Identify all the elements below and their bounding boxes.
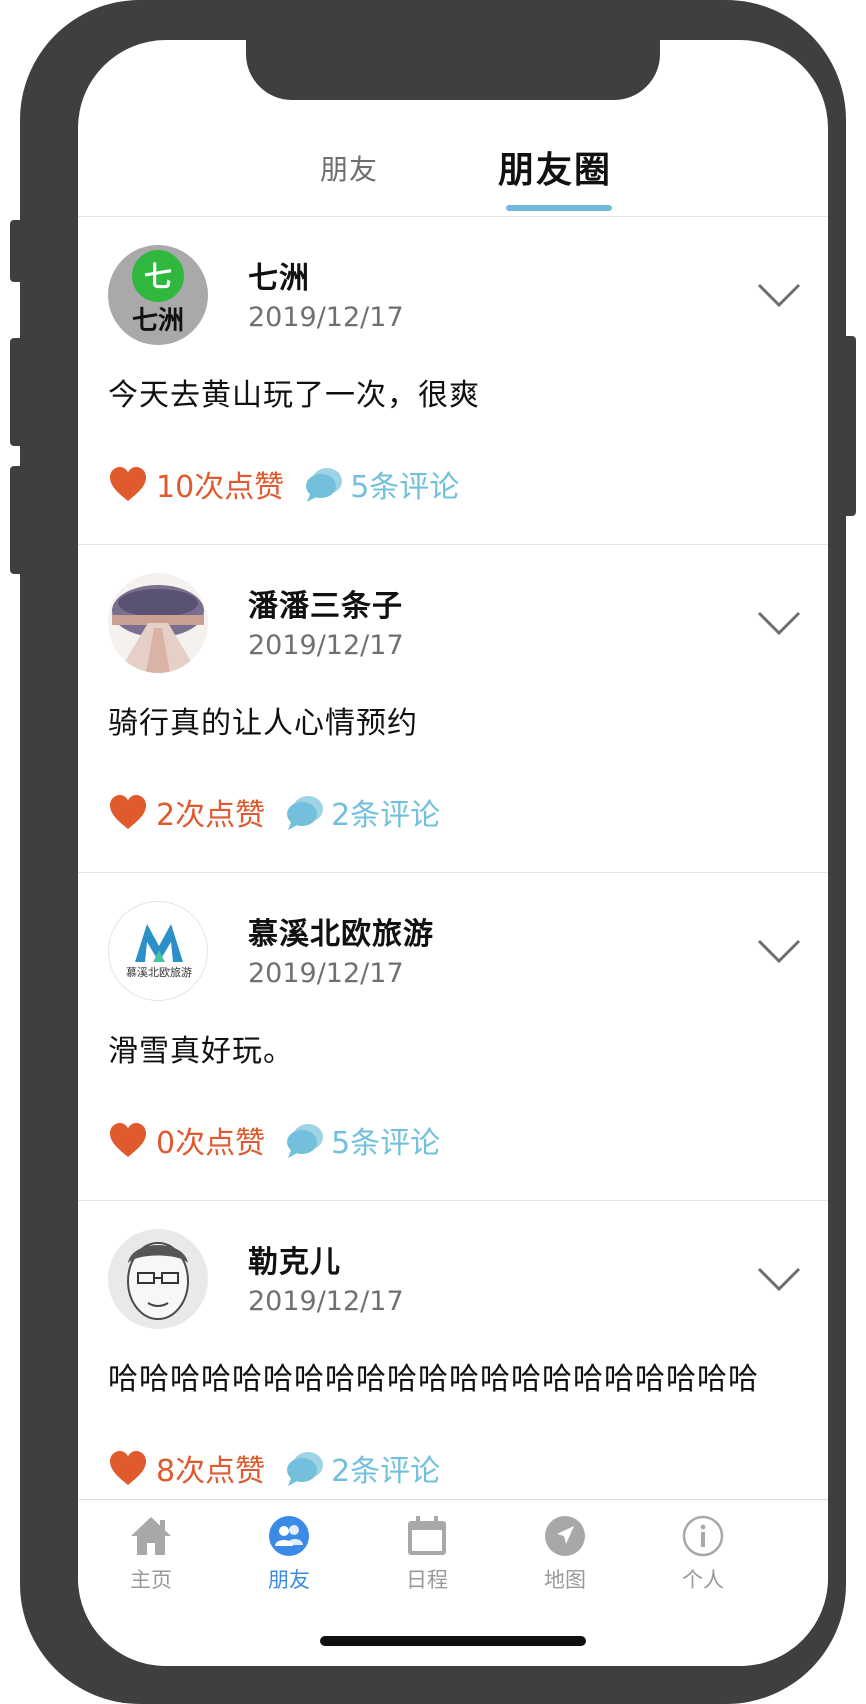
svg-text:七洲: 七洲: [132, 306, 184, 336]
comment-count[interactable]: 5条评论: [350, 462, 459, 506]
screen: 朋友 朋友圈 七 七洲 七洲 2019/12/17 今天去黄山玩了一次，很爽 1…: [78, 40, 828, 1666]
comment-icon[interactable]: [285, 792, 325, 832]
post-date: 2019/12/17: [248, 302, 404, 333]
tab-active-indicator: [506, 205, 612, 211]
chevron-down-icon[interactable]: [756, 281, 802, 309]
map-icon: [545, 1516, 585, 1556]
avatar-image: 七 七洲: [108, 245, 208, 345]
home-icon: [131, 1517, 171, 1555]
like-count[interactable]: 10次点赞: [156, 462, 284, 506]
avatar-image: 慕溪北欧旅游: [109, 902, 207, 1000]
tabbar-item-friends[interactable]: 朋友: [234, 1514, 344, 1604]
post-actions: 8次点赞 2条评论: [108, 1446, 440, 1490]
comment-count[interactable]: 5条评论: [331, 1118, 440, 1162]
post-author[interactable]: 七洲: [248, 253, 310, 297]
avatar-image: [108, 573, 208, 673]
tabbar-label: 个人: [682, 1568, 724, 1592]
tab-moments[interactable]: 朋友圈: [498, 141, 612, 193]
tabbar-label: 地图: [544, 1568, 586, 1592]
tabbar-item-map[interactable]: 地图: [510, 1514, 620, 1604]
svg-text:七: 七: [144, 260, 172, 293]
info-icon: [682, 1515, 724, 1557]
post-card: 潘潘三条子 2019/12/17 骑行真的让人心情预约 2次点赞 2条评论: [78, 545, 828, 873]
heart-icon[interactable]: [108, 792, 148, 832]
heart-icon[interactable]: [108, 464, 148, 504]
comment-count[interactable]: 2条评论: [331, 790, 440, 834]
post-actions: 10次点赞 5条评论: [108, 462, 459, 506]
comment-icon[interactable]: [285, 1448, 325, 1488]
home-indicator: [320, 1636, 586, 1646]
tabbar-label: 主页: [130, 1568, 172, 1592]
friends-icon: [269, 1516, 309, 1556]
post-card: 慕溪北欧旅游 慕溪北欧旅游 2019/12/17 滑雪真好玩。 0次点赞 5条评…: [78, 873, 828, 1201]
post-author[interactable]: 潘潘三条子: [248, 581, 403, 625]
tabbar-item-schedule[interactable]: 日程: [372, 1514, 482, 1604]
like-count[interactable]: 8次点赞: [156, 1446, 265, 1490]
post-card: 七 七洲 七洲 2019/12/17 今天去黄山玩了一次，很爽 10次点赞 5条…: [78, 217, 828, 545]
post-author[interactable]: 慕溪北欧旅游: [248, 909, 434, 953]
post-author[interactable]: 勒克儿: [248, 1237, 341, 1281]
like-count[interactable]: 2次点赞: [156, 790, 265, 834]
avatar-image: [108, 1229, 208, 1329]
tabbar-item-home[interactable]: 主页: [96, 1514, 206, 1604]
avatar[interactable]: 七 七洲: [108, 245, 208, 345]
like-count[interactable]: 0次点赞: [156, 1118, 265, 1162]
tabbar-item-profile[interactable]: 个人: [648, 1514, 758, 1604]
post-card: 勒克儿 2019/12/17 哈哈哈哈哈哈哈哈哈哈哈哈哈哈哈哈哈哈哈哈哈 8次点…: [78, 1201, 828, 1499]
heart-icon[interactable]: [108, 1120, 148, 1160]
calendar-icon: [408, 1516, 446, 1555]
post-date: 2019/12/17: [248, 1286, 404, 1317]
post-content: 骑行真的让人心情预约: [108, 706, 418, 741]
tab-friends[interactable]: 朋友: [320, 148, 378, 188]
moments-feed[interactable]: 七 七洲 七洲 2019/12/17 今天去黄山玩了一次，很爽 10次点赞 5条…: [78, 217, 828, 1499]
post-date: 2019/12/17: [248, 958, 404, 989]
post-content: 滑雪真好玩。: [108, 1034, 294, 1069]
avatar[interactable]: [108, 1229, 208, 1329]
post-actions: 2次点赞 2条评论: [108, 790, 440, 834]
tabbar-label: 朋友: [268, 1568, 310, 1592]
heart-icon[interactable]: [108, 1448, 148, 1488]
post-date: 2019/12/17: [248, 630, 404, 661]
post-content: 哈哈哈哈哈哈哈哈哈哈哈哈哈哈哈哈哈哈哈哈哈: [108, 1362, 759, 1397]
comment-icon[interactable]: [285, 1120, 325, 1160]
tabbar-label: 日程: [406, 1568, 448, 1592]
avatar[interactable]: [108, 573, 208, 673]
chevron-down-icon[interactable]: [756, 937, 802, 965]
post-actions: 0次点赞 5条评论: [108, 1118, 440, 1162]
post-content: 今天去黄山玩了一次，很爽: [108, 378, 480, 413]
comment-count[interactable]: 2条评论: [331, 1446, 440, 1490]
chevron-down-icon[interactable]: [756, 609, 802, 637]
avatar[interactable]: 慕溪北欧旅游: [108, 901, 208, 1001]
phone-frame: 朋友 朋友圈 七 七洲 七洲 2019/12/17 今天去黄山玩了一次，很爽 1…: [20, 0, 846, 1704]
chevron-down-icon[interactable]: [756, 1265, 802, 1293]
notch: [246, 40, 660, 100]
svg-text:慕溪北欧旅游: 慕溪北欧旅游: [126, 965, 192, 979]
comment-icon[interactable]: [304, 464, 344, 504]
